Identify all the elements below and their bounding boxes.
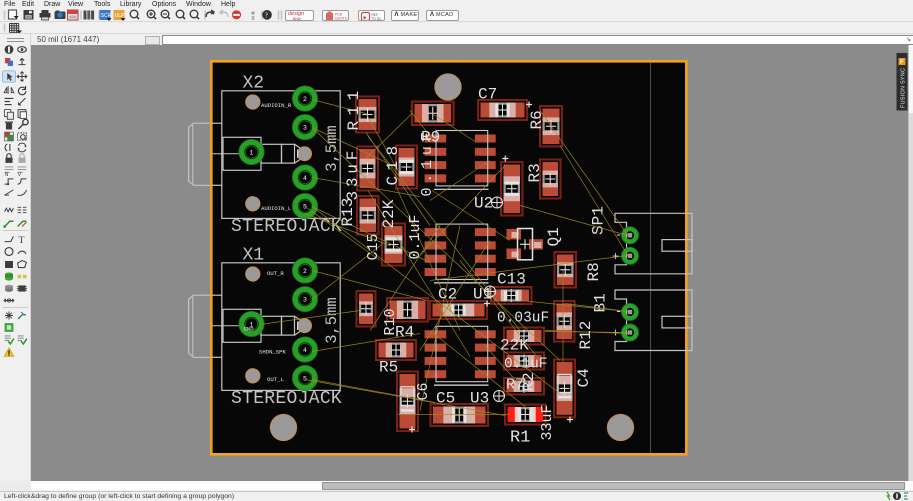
svg-text:3: 3 xyxy=(303,124,307,131)
svg-text:SHDN_SPK: SHDN_SPK xyxy=(259,348,286,355)
svg-text:R11: R11 xyxy=(345,85,363,130)
svg-text:22K: 22K xyxy=(380,199,398,228)
svg-text:GND: GND xyxy=(244,325,255,332)
svg-text:R10: R10 xyxy=(382,308,399,335)
svg-text:33uF: 33uF xyxy=(344,146,362,200)
svg-text:R13: R13 xyxy=(339,197,357,226)
svg-text:C7: C7 xyxy=(478,85,497,103)
svg-text:0.1uF: 0.1uF xyxy=(407,214,424,259)
svg-text:5: 5 xyxy=(303,375,307,382)
svg-text:X2: X2 xyxy=(243,73,265,93)
svg-text:3: 3 xyxy=(303,296,307,303)
svg-text:U2: U2 xyxy=(474,194,493,212)
svg-text:-: - xyxy=(615,304,622,318)
svg-text:5: 5 xyxy=(303,203,307,210)
svg-text:R12: R12 xyxy=(577,320,595,349)
svg-text:OUT_L: OUT_L xyxy=(267,376,284,383)
svg-text:U3: U3 xyxy=(470,389,489,407)
svg-text:T: T xyxy=(18,234,24,245)
svg-text:0.1uF: 0.1uF xyxy=(419,127,436,196)
svg-text:0.1uF: 0.1uF xyxy=(504,356,548,372)
svg-text:C4: C4 xyxy=(575,368,593,387)
svg-text:?: ? xyxy=(265,11,268,19)
svg-text:C5: C5 xyxy=(436,389,455,407)
svg-text:F: F xyxy=(900,60,904,66)
svg-text:C18: C18 xyxy=(384,140,402,185)
svg-text:FUSION SYNC: FUSION SYNC xyxy=(900,68,906,108)
svg-text:C2: C2 xyxy=(438,285,457,303)
svg-text:R6: R6 xyxy=(528,110,546,129)
svg-text:R3: R3 xyxy=(526,163,544,182)
svg-text:R1: R1 xyxy=(510,428,530,447)
svg-text:V: V xyxy=(18,171,22,177)
svg-text:4: 4 xyxy=(303,347,307,354)
svg-text:SP1: SP1 xyxy=(590,206,608,235)
svg-text:R8: R8 xyxy=(585,262,603,281)
svg-text:+: + xyxy=(612,326,619,340)
svg-text:OUT_R: OUT_R xyxy=(267,270,284,277)
svg-text:TO 3D: TO 3D xyxy=(372,16,382,20)
svg-text:■: ■ xyxy=(363,15,366,21)
svg-text:4: 4 xyxy=(303,175,307,182)
svg-text:R2: R2 xyxy=(520,372,538,391)
svg-text:STEREOJACK: STEREOJACK xyxy=(231,217,342,237)
svg-text:N: N xyxy=(5,171,9,177)
svg-text:3,5mm: 3,5mm xyxy=(323,297,341,344)
svg-text:C15: C15 xyxy=(365,233,382,260)
svg-text:2: 2 xyxy=(303,268,307,275)
svg-text:C13: C13 xyxy=(497,270,526,288)
svg-text:2: 2 xyxy=(303,96,307,103)
svg-text:22K: 22K xyxy=(500,336,529,354)
svg-text:AUDIOIN_R: AUDIOIN_R xyxy=(261,101,292,108)
svg-text:U1: U1 xyxy=(473,285,492,303)
svg-text:1: 1 xyxy=(250,149,254,156)
svg-text:X1: X1 xyxy=(243,245,265,265)
svg-text:Q1: Q1 xyxy=(545,227,563,246)
svg-text:C6: C6 xyxy=(415,382,432,400)
svg-text:STEREOJACK: STEREOJACK xyxy=(231,389,342,409)
svg-text:QUOTE: QUOTE xyxy=(335,16,348,20)
svg-text:R5: R5 xyxy=(379,358,398,376)
svg-text:AUDIOIN_L: AUDIOIN_L xyxy=(261,205,291,212)
svg-text:33uF: 33uF xyxy=(539,404,556,440)
svg-text:0.03uF: 0.03uF xyxy=(497,310,549,326)
svg-text:3,5mm: 3,5mm xyxy=(323,125,341,172)
